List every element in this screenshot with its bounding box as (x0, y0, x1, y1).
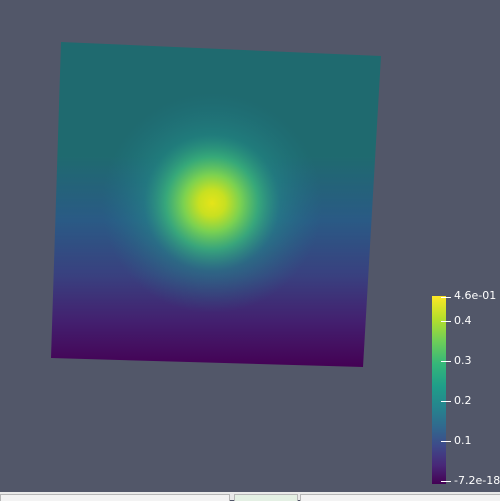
colorbar-tick-label: 0.4 (454, 314, 472, 327)
colorbar (432, 296, 446, 484)
render-viewport[interactable]: 4.6e-01 0.4 0.3 0.2 0.1 -7.2e-18 (0, 0, 500, 492)
colorbar-tick-label: 0.3 (454, 354, 472, 367)
colorbar-tick (441, 401, 451, 402)
colorbar-tick-label: 0.2 (454, 394, 472, 407)
scalar-field-surface (51, 42, 381, 367)
colorbar-tick (441, 361, 451, 362)
colorbar-tick-min (441, 481, 451, 482)
colorbar-max-label: 4.6e-01 (454, 289, 497, 302)
colorbar-tick (441, 441, 451, 442)
colorbar-tick (441, 321, 451, 322)
colorbar-min-label: -7.2e-18 (454, 474, 500, 487)
colorbar-tick-label: 0.1 (454, 434, 472, 447)
colorbar-tick-max (441, 297, 451, 298)
